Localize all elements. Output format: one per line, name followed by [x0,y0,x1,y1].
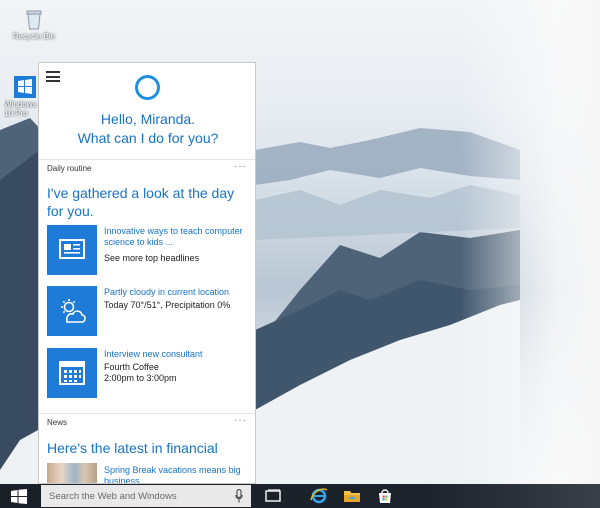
search-box[interactable]: Search the Web and Windows [41,485,251,507]
more-options-icon[interactable]: ··· [234,161,247,172]
desktop-icon-label: Windows 10 Pro [4,100,37,118]
news-card[interactable]: Innovative ways to teach computer scienc… [47,225,253,275]
cortana-panel: Hello, Miranda. What can I do for you? D… [38,62,256,484]
windows-logo-icon [14,76,36,98]
task-view-icon[interactable] [264,487,282,505]
greeting-line-1: Hello, Miranda. [100,111,196,127]
tile [47,348,97,398]
microphone-icon[interactable] [235,489,243,503]
desktop-icon-recycle-bin[interactable]: Recycle Bin [4,8,64,41]
card-title: Innovative ways to teach computer scienc… [104,226,243,247]
card-subtitle: See more top headlines [104,253,200,263]
start-button[interactable] [0,484,38,508]
card-title: Interview new consultant [104,349,203,359]
desktop-icon-label: Recycle Bin [12,32,56,41]
section-title: Daily routine [47,164,92,173]
search-placeholder: Search the Web and Windows [49,491,177,502]
internet-explorer-icon[interactable] [310,487,328,505]
store-icon[interactable] [376,487,394,505]
tile [47,286,97,336]
windows-logo-icon [11,489,27,504]
partly-cloudy-icon [61,299,86,323]
cortana-ring-icon [135,75,160,100]
desktop-icon-windows[interactable]: Windows 10 Pro [4,76,38,118]
financial-news-card[interactable]: Spring Break vacations means big busines… [47,463,253,484]
calendar-card[interactable]: Interview new consultant Fourth Coffee 2… [47,348,253,398]
daily-routine-header: Daily routine ··· [39,159,255,175]
hamburger-menu-icon[interactable] [46,71,60,82]
recycle-bin-icon [26,10,42,30]
daily-headline: I've gathered a look at the day for you. [47,185,235,219]
more-options-icon[interactable]: ··· [234,415,247,426]
weather-card[interactable]: Partly cloudy in current location Today … [47,286,253,336]
card-title: Spring Break vacations means big busines… [104,465,241,484]
section-title: News [47,418,68,427]
tile [47,225,97,275]
news-thumbnail [47,463,97,483]
greeting-line-2: What can I do for you? [77,130,219,146]
wallpaper-fade [460,0,600,484]
file-explorer-icon[interactable] [343,487,361,505]
card-subtitle: Fourth Coffee 2:00pm to 3:00pm [104,362,177,383]
calendar-icon [59,361,85,385]
news-icon [59,239,85,259]
card-subtitle: Today 70°/51°, Precipitation 0% [104,300,231,310]
card-title: Partly cloudy in current location [104,287,230,297]
taskbar: Search the Web and Windows [0,484,600,508]
news-header: News ··· [39,413,255,429]
cortana-greeting: Hello, Miranda. What can I do for you? [39,110,255,148]
